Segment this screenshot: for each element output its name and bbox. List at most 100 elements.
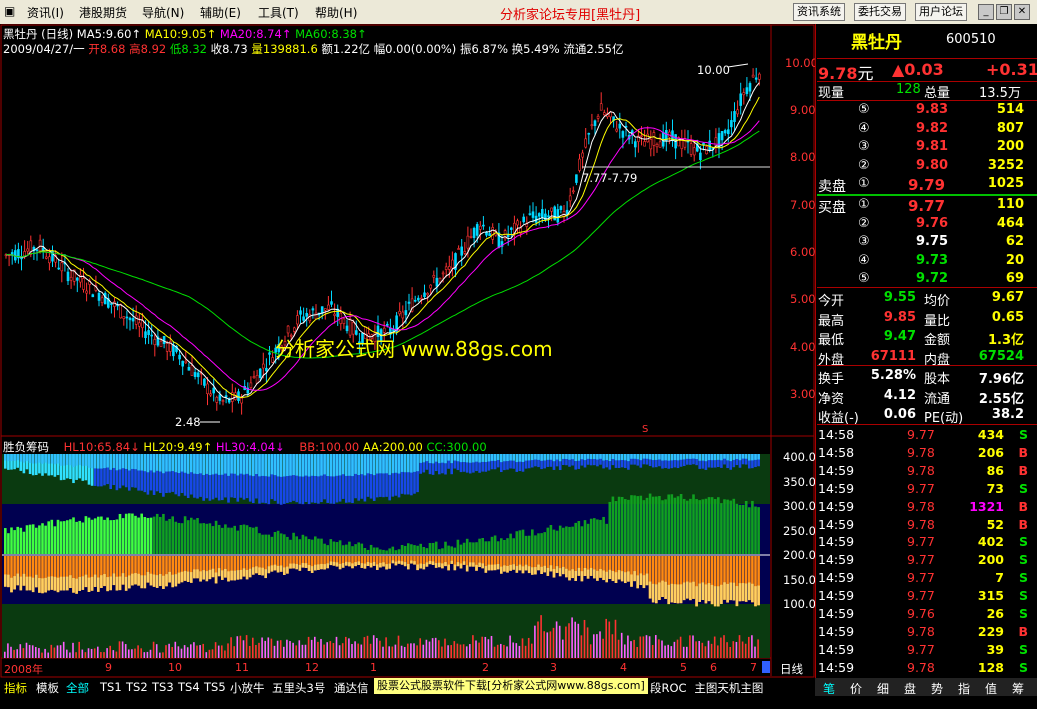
- tab-roc[interactable]: 段ROC: [650, 681, 687, 695]
- chip-bar-top-light: [636, 454, 639, 460]
- candle-body: [138, 322, 141, 327]
- chip-bar-bottom: [208, 649, 211, 658]
- tick-row[interactable]: 14:59 9.78 128 S: [816, 660, 1037, 678]
- menu-hk-futures[interactable]: 港股期货: [79, 4, 127, 21]
- candle-body: [426, 293, 429, 296]
- chip-bar-bottom: [289, 641, 291, 658]
- chip-bar-bottom: [295, 645, 297, 658]
- ask-row[interactable]: ③ 9.81 200: [816, 139, 1037, 157]
- scroll-toggle[interactable]: [762, 661, 770, 673]
- menu-navigation[interactable]: 导航(N): [142, 4, 184, 21]
- chip-bar-bottom: [335, 636, 338, 658]
- chip-bar-top-light: [720, 454, 723, 461]
- trade-button[interactable]: 委托交易: [854, 3, 906, 21]
- quote-tab[interactable]: 细: [877, 680, 889, 697]
- news-system-button[interactable]: 资讯系统: [793, 3, 845, 21]
- candle-body: [649, 139, 653, 150]
- candle-body: [590, 124, 594, 127]
- tick-row[interactable]: 14:59 9.78 1321 B: [816, 499, 1037, 517]
- menu-tools[interactable]: 工具(T): [258, 4, 299, 21]
- indicator-tab[interactable]: 通达信: [334, 680, 369, 696]
- indicator-tab[interactable]: 五里头3号: [272, 680, 325, 696]
- tick-row[interactable]: 14:59 9.76 26 S: [816, 606, 1037, 624]
- tick-row[interactable]: 14:59 9.77 39 S: [816, 642, 1037, 660]
- chip-bar-bottom: [391, 646, 394, 658]
- chip-bar-bottom: [307, 636, 310, 658]
- menu-news[interactable]: 资讯(I): [27, 4, 64, 21]
- ask-row[interactable]: ④ 9.82 807: [816, 121, 1037, 139]
- tick-row[interactable]: 14:59 9.77 315 S: [816, 588, 1037, 606]
- menu-help[interactable]: 帮助(H): [315, 4, 357, 21]
- candle-body: [311, 308, 315, 311]
- candle-body: [252, 376, 256, 379]
- chip-bar-top-light: [35, 454, 38, 464]
- tick-row[interactable]: 14:59 9.77 7 S: [816, 570, 1037, 588]
- quote-tab[interactable]: 价: [850, 680, 862, 697]
- minimize-icon[interactable]: _: [978, 4, 994, 20]
- chip-bar-green: [720, 503, 723, 554]
- chip-bar-yellow: [75, 578, 78, 594]
- chip-bar-green: [723, 499, 726, 554]
- close-icon[interactable]: ✕: [1014, 4, 1030, 20]
- indicator-tab[interactable]: 指标: [4, 680, 27, 696]
- candle-body: [150, 334, 153, 337]
- chip-bar-bottom: [286, 639, 288, 658]
- bid-row[interactable]: ③ 9.75 62: [816, 234, 1037, 252]
- tab-main-chart[interactable]: 主图天机主图: [694, 681, 763, 695]
- forum-button[interactable]: 用户论坛: [915, 3, 967, 21]
- tick-row[interactable]: 14:59 9.77 402 S: [816, 534, 1037, 552]
- tick-row[interactable]: 14:58 9.77 434 S: [816, 427, 1037, 445]
- bid-volume: 464: [996, 215, 1024, 231]
- indicator-tab[interactable]: TS3: [152, 680, 174, 694]
- restore-icon[interactable]: ❐: [996, 4, 1012, 20]
- chip-bar-top-light: [329, 454, 333, 477]
- app-icon[interactable]: ▣: [4, 4, 15, 18]
- menu-assist[interactable]: 辅助(E): [200, 4, 241, 21]
- chip-bar-green: [146, 517, 150, 554]
- quote-tab[interactable]: 筹: [1012, 680, 1024, 697]
- bottom-ad[interactable]: 股票公式股票软件下载[分析家公式网www.88gs.com]: [374, 678, 648, 694]
- tick-row[interactable]: 14:59 9.78 86 B: [816, 463, 1037, 481]
- period-label[interactable]: 日线: [780, 661, 803, 677]
- chip-bar-green: [90, 519, 94, 554]
- chip-bar-bottom: [645, 635, 648, 658]
- candle-body: [327, 304, 330, 310]
- quote-tab[interactable]: 值: [985, 680, 997, 697]
- tick-row[interactable]: 14:59 9.77 200 S: [816, 552, 1037, 570]
- bar-high: 高8.92: [129, 42, 167, 56]
- indicator-tab[interactable]: TS5: [204, 680, 226, 694]
- bid-row[interactable]: 买盘 ① 9.77 110: [816, 197, 1037, 216]
- chip-bar-green: [59, 521, 63, 554]
- chip-bar-bottom: [162, 652, 164, 658]
- candle-body: [345, 325, 349, 332]
- ask-row[interactable]: ⑤ 9.83 514: [816, 102, 1037, 120]
- chip-bar-green: [537, 533, 540, 554]
- chip-bar-green: [258, 533, 261, 554]
- ask-row[interactable]: ② 9.80 3252: [816, 158, 1037, 176]
- indicator-tab[interactable]: TS4: [178, 680, 200, 694]
- chip-bar-green: [109, 520, 112, 554]
- quote-tab[interactable]: 指: [958, 680, 970, 697]
- tick-row[interactable]: 14:59 9.77 73 S: [816, 481, 1037, 499]
- time-tick: 11: [235, 661, 249, 674]
- chip-bar-green: [193, 519, 196, 554]
- chart-area[interactable]: 黑牡丹 (日线) MA5:9.60↑ MA10:9.05↑ MA20:8.74↑…: [0, 24, 818, 678]
- chip-bar-green: [605, 523, 608, 554]
- chip-bar-top-light: [555, 454, 559, 460]
- indicator-tab[interactable]: 模板: [36, 680, 59, 696]
- quote-tab[interactable]: 笔: [823, 680, 835, 697]
- quote-tab[interactable]: 盘: [904, 680, 916, 697]
- tick-row[interactable]: 14:59 9.78 52 B: [816, 517, 1037, 535]
- quote-tab[interactable]: 势: [931, 680, 943, 697]
- indicator-tab[interactable]: TS2: [126, 680, 148, 694]
- ask-row[interactable]: 卖盘 ① 9.79 1025: [816, 176, 1037, 195]
- indicator-name[interactable]: 胜负筹码: [3, 440, 49, 454]
- indicator-tab[interactable]: 小放牛: [230, 680, 265, 696]
- indicator-tab[interactable]: 全部: [66, 680, 89, 696]
- bid-row[interactable]: ④ 9.73 20: [816, 253, 1037, 271]
- bid-row[interactable]: ② 9.76 464: [816, 216, 1037, 234]
- chip-bar-top-light: [521, 454, 525, 462]
- tick-row[interactable]: 14:59 9.78 229 B: [816, 624, 1037, 642]
- indicator-tab[interactable]: TS1: [100, 680, 122, 694]
- tick-row[interactable]: 14:58 9.78 206 B: [816, 445, 1037, 463]
